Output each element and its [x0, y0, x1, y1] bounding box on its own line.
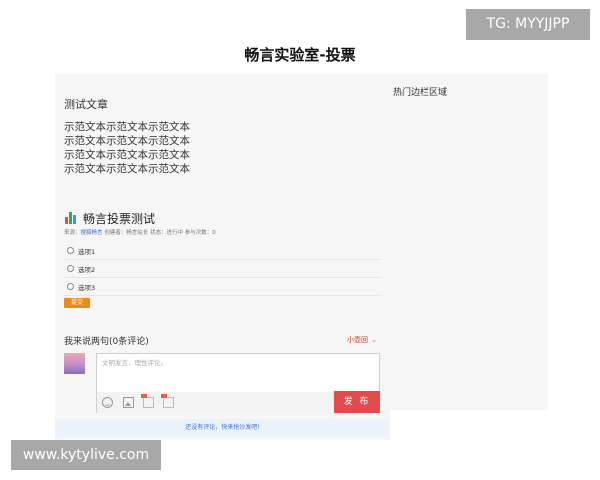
article-line: 示范文本示范文本示范文本 — [64, 163, 190, 175]
file-icon[interactable] — [161, 394, 174, 408]
comment-sort-select[interactable]: 小壶回 ⌄ — [347, 335, 377, 345]
page-root: TG: MYYJJPP 畅言实验室-投票 测试文章 示范文本示范文本示范文本 示… — [0, 0, 600, 480]
vote-meta: 来源：搜狐畅言 创建者：畅言站长 状态：进行中 参与次数：0 — [64, 228, 216, 236]
comment-toolbar: 发 布 — [97, 391, 380, 413]
vote-source-link[interactable]: 搜狐畅言 — [81, 230, 103, 236]
image-icon[interactable] — [123, 397, 134, 408]
comment-editor: 发 布 — [96, 353, 380, 413]
vote-option-2[interactable]: 选项2 — [64, 260, 382, 278]
avatar — [64, 353, 85, 374]
emoji-icon[interactable] — [102, 397, 113, 408]
vote-meta-prefix: 来源： — [64, 230, 81, 236]
bar-chart-icon — [65, 212, 79, 224]
radio-button[interactable] — [67, 247, 74, 254]
article-body: 示范文本示范文本示范文本 示范文本示范文本示范文本 示范文本示范文本示范文本 示… — [64, 120, 264, 176]
main-content: 测试文章 示范文本示范文本示范文本 示范文本示范文本示范文本 示范文本示范文本示… — [55, 74, 390, 440]
vote-options: 选项1 选项2 选项3 — [64, 242, 382, 296]
vote-option-1[interactable]: 选项1 — [64, 242, 382, 260]
bar-chart-icon-bar — [73, 215, 76, 224]
bar-chart-icon-bar — [65, 217, 68, 224]
comment-input[interactable] — [97, 354, 379, 390]
article-line: 示范文本示范文本示范文本 — [64, 135, 190, 147]
comment-sort-label: 小壶回 — [347, 336, 368, 344]
page-title: 畅言实验室-投票 — [244, 46, 356, 64]
site-watermark: www.kytylive.com — [11, 440, 161, 470]
article-line: 示范文本示范文本示范文本 — [64, 149, 190, 161]
empty-comments-note: 还没有评论，快来抢沙发吧! — [55, 419, 390, 437]
vote-meta-details: 创建者：畅言站长 状态：进行中 参与次数：0 — [102, 230, 216, 236]
chevron-down-icon: ⌄ — [371, 336, 377, 344]
radio-button[interactable] — [67, 265, 74, 272]
article-title: 测试文章 — [64, 98, 108, 111]
bar-chart-icon-bar — [69, 212, 72, 224]
vote-option-label: 选项2 — [78, 265, 96, 274]
tg-watermark: TG: MYYJJPP — [466, 9, 590, 40]
vote-submit-button[interactable]: 提交 — [64, 298, 90, 308]
sidebar: 热门边栏区域 — [390, 74, 548, 410]
sidebar-title: 热门边栏区域 — [393, 88, 448, 98]
vote-option-label: 选项1 — [78, 247, 96, 256]
article-line: 示范文本示范文本示范文本 — [64, 121, 190, 133]
vote-header: 畅言投票测试 — [65, 211, 156, 226]
publish-button[interactable]: 发 布 — [334, 391, 380, 413]
code-icon[interactable] — [141, 394, 154, 408]
vote-option-label: 选项3 — [78, 283, 96, 292]
vote-option-3[interactable]: 选项3 — [64, 278, 382, 296]
radio-button[interactable] — [67, 283, 74, 290]
file-icon-tag — [161, 394, 167, 398]
comment-heading: 我来说两句(0条评论) — [64, 337, 149, 347]
code-icon-tag — [141, 394, 147, 398]
vote-title: 畅言投票测试 — [83, 211, 156, 226]
